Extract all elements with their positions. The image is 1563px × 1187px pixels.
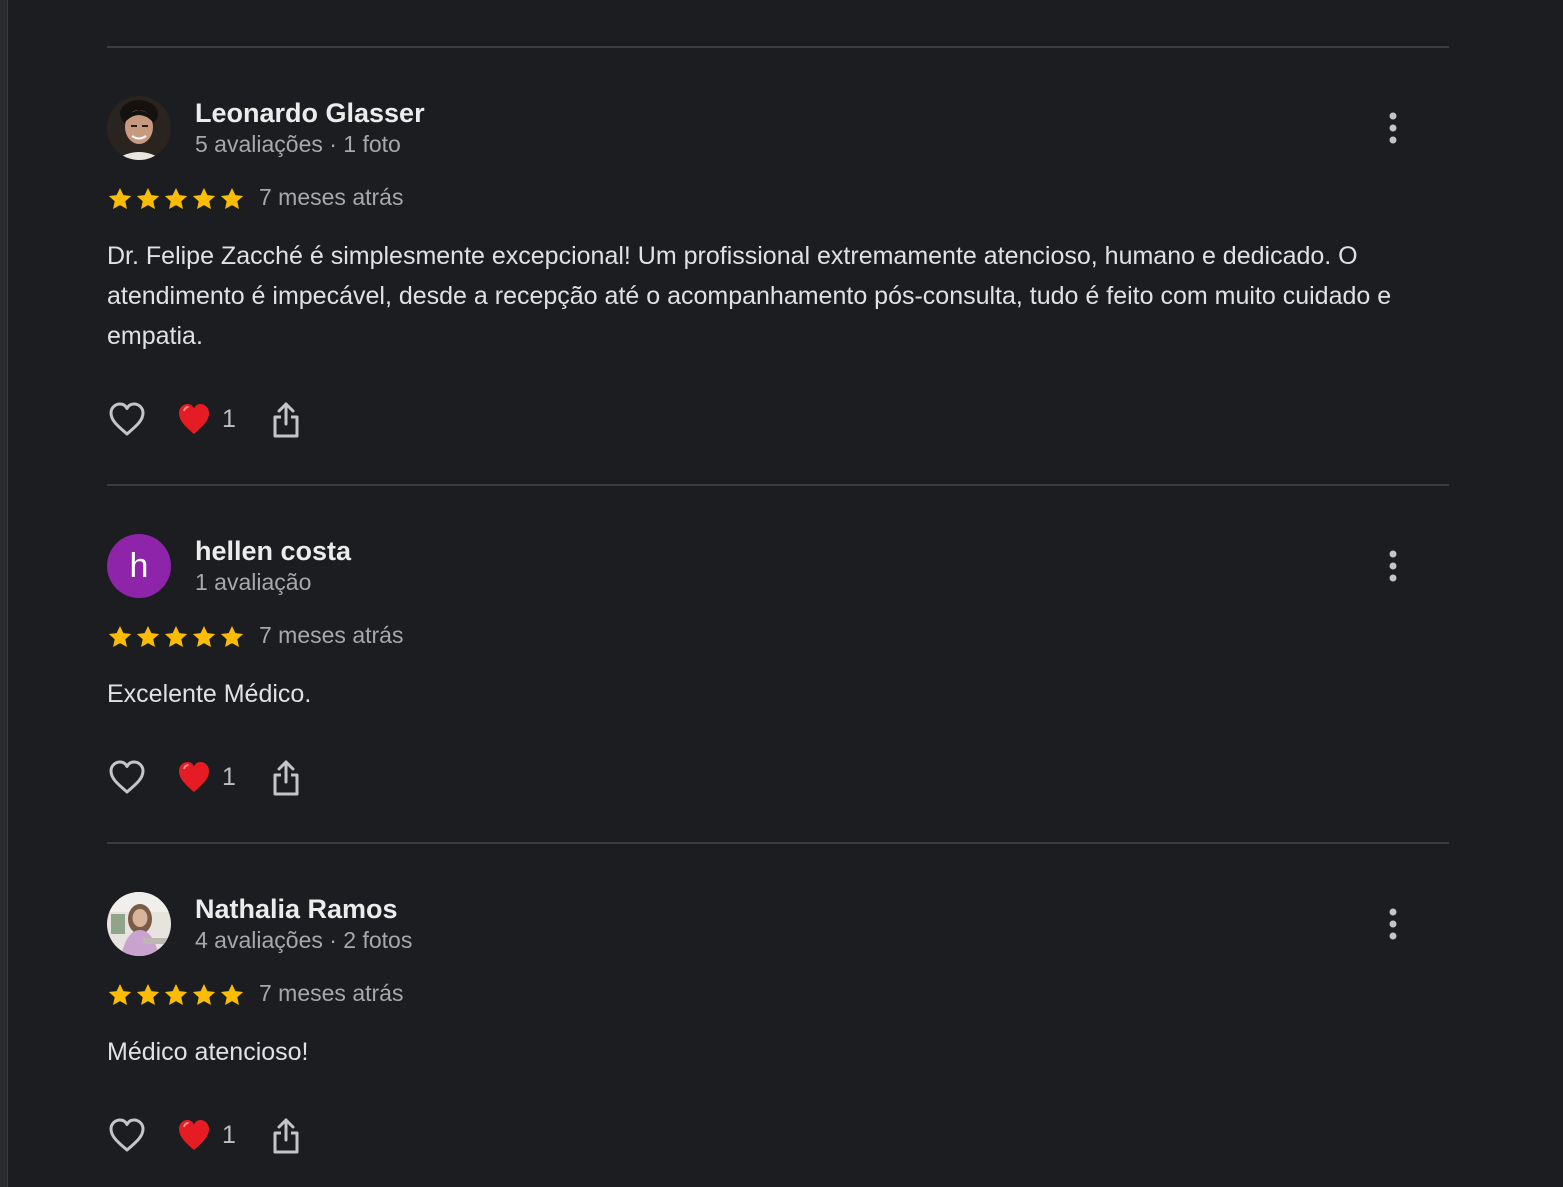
review-item: Nathalia Ramos 4 avaliações · 2 fotos 7 …	[107, 892, 1449, 1187]
like-outline-icon[interactable]	[107, 1114, 147, 1158]
reviewer-name[interactable]: hellen costa	[195, 534, 351, 568]
star-icon	[164, 625, 188, 647]
star-icon	[164, 983, 188, 1005]
share-icon[interactable]	[269, 1114, 303, 1158]
review-date: 7 meses atrás	[259, 980, 404, 1006]
star-icon	[108, 983, 132, 1005]
avatar[interactable]	[107, 892, 171, 956]
reaction-count: 1	[222, 405, 236, 433]
star-rating	[107, 184, 247, 214]
review-date: 7 meses atrás	[259, 184, 404, 210]
reviewer-name[interactable]: Leonardo Glasser	[195, 96, 425, 130]
red-heart-icon	[179, 1120, 209, 1150]
star-icon	[220, 625, 244, 647]
reviewer-stats: 5 avaliações · 1 foto	[195, 131, 401, 157]
avatar[interactable]: h	[107, 534, 171, 598]
star-icon	[220, 187, 244, 209]
review-text: Dr. Felipe Zacché é simplesmente excepci…	[107, 242, 1392, 350]
more-options-icon[interactable]	[1381, 906, 1405, 942]
divider	[107, 46, 1449, 48]
red-heart-icon	[179, 404, 209, 434]
share-icon[interactable]	[269, 398, 303, 442]
star-icon	[164, 187, 188, 209]
review-item: Leonardo Glasser 5 avaliações · 1 foto 7…	[107, 96, 1449, 486]
like-outline-icon[interactable]	[107, 398, 147, 442]
star-rating	[107, 980, 247, 1010]
review-text: Excelente Médico.	[107, 680, 312, 708]
reviewer-stats: 1 avaliação	[195, 569, 312, 595]
review-item: h hellen costa 1 avaliação 7 meses atrás…	[107, 534, 1449, 844]
star-icon	[136, 983, 160, 1005]
review-text: Médico atencioso!	[107, 1038, 309, 1066]
avatar[interactable]	[107, 96, 171, 160]
star-icon	[136, 187, 160, 209]
left-window-edge	[0, 0, 8, 1187]
star-icon	[192, 187, 216, 209]
star-icon	[192, 625, 216, 647]
review-date: 7 meses atrás	[259, 622, 404, 648]
like-outline-icon[interactable]	[107, 756, 147, 800]
star-icon	[136, 625, 160, 647]
reaction-count: 1	[222, 1121, 236, 1149]
star-icon	[108, 625, 132, 647]
reaction-count: 1	[222, 763, 236, 791]
star-icon	[220, 983, 244, 1005]
more-options-icon[interactable]	[1381, 548, 1405, 584]
share-icon[interactable]	[269, 756, 303, 800]
star-icon	[108, 187, 132, 209]
red-heart-icon	[179, 762, 209, 792]
reviewer-name[interactable]: Nathalia Ramos	[195, 892, 398, 926]
more-options-icon[interactable]	[1381, 110, 1405, 146]
star-rating	[107, 622, 247, 652]
reviewer-stats: 4 avaliações · 2 fotos	[195, 927, 413, 953]
star-icon	[192, 983, 216, 1005]
